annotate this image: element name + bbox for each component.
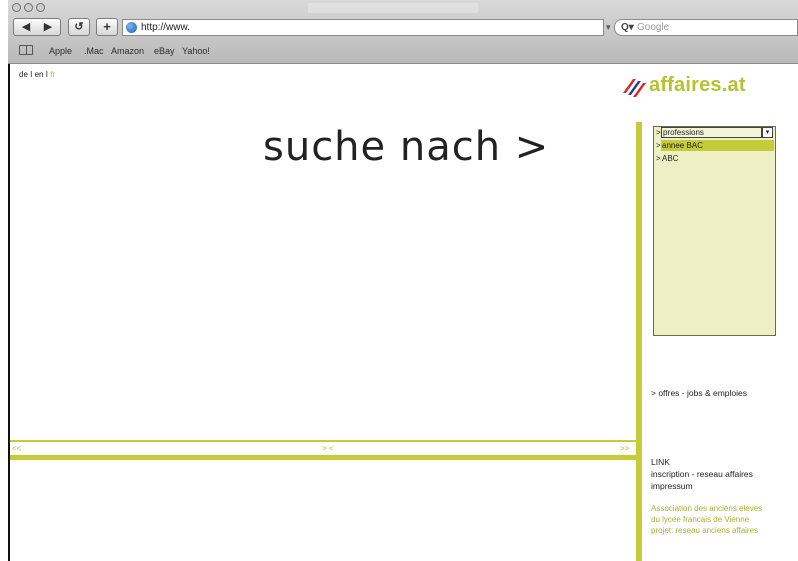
list-item-marker: > xyxy=(656,141,661,150)
bookmark-yahoo[interactable]: Yahoo! xyxy=(182,46,210,56)
lang-separator: I xyxy=(45,70,48,79)
lang-fr-link[interactable]: fr xyxy=(50,70,55,79)
bookmark-amazon[interactable]: Amazon xyxy=(111,46,144,56)
list-item-annee-bac[interactable]: > annee BAC xyxy=(654,140,775,151)
bookmark-ebay[interactable]: eBay xyxy=(154,46,175,56)
reload-button[interactable]: ↺ xyxy=(68,18,90,36)
inscription-link[interactable]: inscription - reseau affaires xyxy=(651,468,753,480)
sidebar-divider xyxy=(636,122,642,561)
list-item-label: ABC xyxy=(662,154,679,163)
lang-en-link[interactable]: en xyxy=(35,70,44,79)
list-item-label: annee BAC xyxy=(662,141,703,150)
window-left-edge xyxy=(8,64,10,561)
bookmark-mac[interactable]: .Mac xyxy=(84,46,104,56)
globe-icon xyxy=(126,22,137,33)
association-line: du lycee francais de Vienne xyxy=(651,515,750,524)
search-placeholder: Google xyxy=(637,22,670,33)
bookmarks-bar: Apple .Mac Amazon eBay Yahoo! xyxy=(8,42,798,62)
bookmark-apple[interactable]: Apple xyxy=(49,46,72,56)
impressum-link[interactable]: impressum xyxy=(651,480,693,492)
association-line: projet: reseau anciens affaires xyxy=(651,526,759,535)
lang-separator: I xyxy=(30,70,33,79)
list-item-marker: > xyxy=(656,154,661,163)
nav-divider-top xyxy=(10,440,640,442)
address-url: http://www. xyxy=(141,22,190,33)
minimize-window-button[interactable] xyxy=(24,3,33,12)
page-navigation-strip: << > < >> xyxy=(10,440,640,462)
list-item-label: professions xyxy=(663,128,704,137)
association-line: Association des anciens eleves xyxy=(651,504,763,513)
logo-stripes-icon xyxy=(623,79,646,97)
address-dropdown-icon[interactable]: ▾ xyxy=(606,22,611,33)
search-icon[interactable]: Q▾ xyxy=(621,20,634,35)
page-headline: suche nach > xyxy=(263,124,550,170)
back-forward-buttons: ◀ ▶ xyxy=(13,18,61,36)
window-title-bar xyxy=(308,3,478,13)
link-heading: LINK xyxy=(651,457,670,467)
list-item-professions[interactable]: > professions ▾ xyxy=(654,127,775,138)
close-window-button[interactable] xyxy=(12,3,21,12)
chevron-down-icon[interactable]: ▾ xyxy=(762,127,773,138)
back-button[interactable]: ◀ xyxy=(15,19,37,35)
browser-toolbar: ◀ ▶ ↺ + http://www. ▾ Q▾ Google Apple .Ma… xyxy=(8,0,798,64)
window-controls xyxy=(12,3,45,12)
web-page: de I en I fr affaires.at suche nach > <<… xyxy=(8,64,798,561)
search-field[interactable]: Q▾ Google xyxy=(614,19,798,36)
language-switcher: de I en I fr xyxy=(19,70,55,79)
nav-divider-bottom xyxy=(10,455,640,460)
nav-previous-link[interactable]: << xyxy=(12,444,21,453)
nav-center-link[interactable]: > < xyxy=(322,444,334,453)
forward-button[interactable]: ▶ xyxy=(37,19,59,35)
list-item-abc[interactable]: > ABC xyxy=(654,153,775,164)
category-list-panel: > professions ▾ > annee BAC > ABC xyxy=(653,126,776,336)
offres-link[interactable]: > offres - jobs & emploies xyxy=(651,387,747,399)
logo-text: affaires.at xyxy=(649,74,746,96)
add-bookmark-button[interactable]: + xyxy=(96,18,118,36)
list-item-marker: > xyxy=(656,128,661,137)
nav-next-link[interactable]: >> xyxy=(620,444,629,453)
lang-de-link[interactable]: de xyxy=(19,70,28,79)
zoom-window-button[interactable] xyxy=(36,3,45,12)
address-bar[interactable]: http://www. xyxy=(122,19,604,36)
bookmarks-book-icon[interactable] xyxy=(19,45,33,55)
